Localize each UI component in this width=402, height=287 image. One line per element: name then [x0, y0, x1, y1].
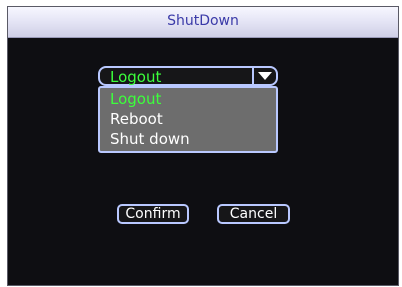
option-shut-down[interactable]: Shut down [100, 129, 276, 149]
cancel-button[interactable]: Cancel [217, 204, 290, 224]
shutdown-dialog: ShutDown Logout Logout Reboot Shut down … [7, 6, 399, 286]
dropdown-toggle-button[interactable] [252, 67, 277, 85]
dialog-title: ShutDown [167, 13, 239, 29]
option-reboot[interactable]: Reboot [100, 109, 276, 129]
confirm-button[interactable]: Confirm [117, 204, 189, 224]
shutdown-mode-select[interactable]: Logout [98, 66, 278, 86]
option-logout[interactable]: Logout [100, 89, 276, 109]
dropdown-options-list: Logout Reboot Shut down [98, 86, 278, 153]
dialog-titlebar: ShutDown [8, 7, 398, 38]
chevron-down-icon [258, 72, 272, 80]
dropdown-selected-value: Logout [110, 68, 162, 86]
